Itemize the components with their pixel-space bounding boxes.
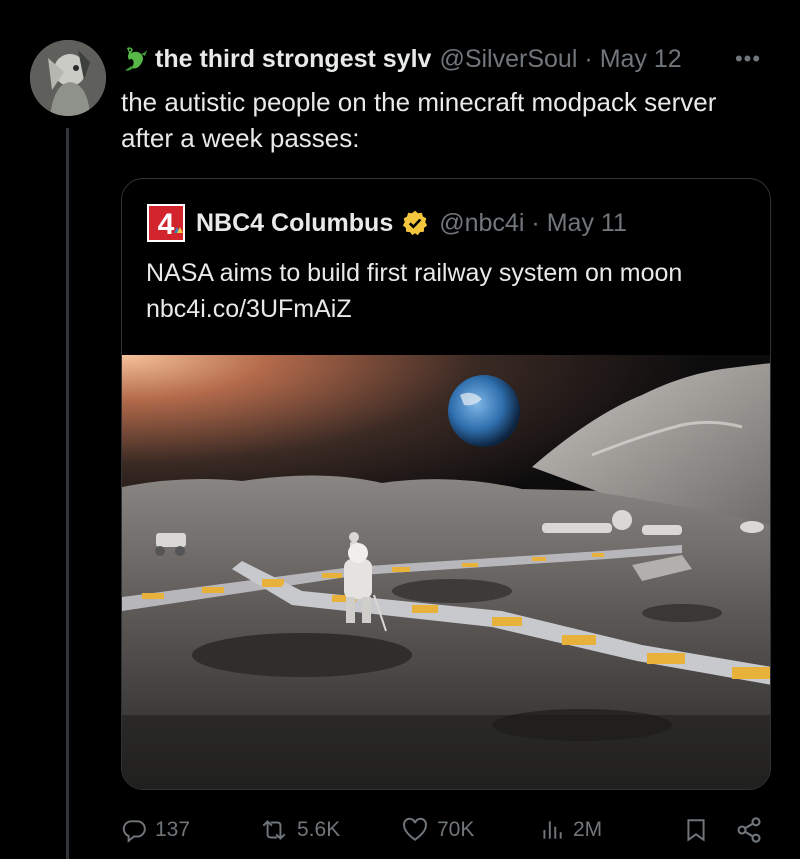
reply-button[interactable]: 137 [121, 812, 190, 848]
avatar[interactable] [30, 40, 106, 116]
quoted-author-handle[interactable]: @nbc4i [439, 209, 524, 238]
separator-dot: · [531, 208, 540, 237]
author-name[interactable]: the third strongest sylv [155, 45, 431, 74]
quoted-author-name[interactable]: NBC4 Columbus [196, 209, 393, 238]
quoted-tweet-body: NASA aims to build first railway system … [146, 259, 683, 287]
like-count: 70K [437, 818, 475, 841]
nbc-logo-text: 4 [158, 208, 175, 241]
more-icon[interactable]: ••• [728, 44, 768, 74]
quoted-tweet-date[interactable]: May 11 [547, 209, 627, 238]
separator-dot: · [584, 44, 593, 73]
bookmark-icon [687, 819, 705, 842]
author-handle[interactable]: @SilverSoul [439, 45, 577, 74]
verified-badge-icon [403, 210, 428, 236]
reply-icon [122, 820, 146, 843]
moon-railway-image[interactable] [122, 355, 771, 790]
share-button[interactable] [735, 812, 771, 848]
share-icon [737, 817, 761, 843]
quoted-tweet-header: 4 NBC4 Columbus @nbc4i · May 11 [146, 203, 627, 243]
nbc-logo-icon[interactable]: 4 [146, 203, 186, 243]
like-icon [403, 817, 427, 841]
tweet-header: the third strongest sylv @SilverSoul · M… [121, 42, 682, 76]
tweet-actions: 137 5.6K 70K 2M [121, 812, 771, 848]
dragon-emoji-icon [125, 47, 148, 71]
views-icon [543, 821, 562, 839]
repost-count: 5.6K [297, 818, 341, 841]
repost-icon [262, 820, 286, 840]
tweet-date[interactable]: May 12 [600, 45, 682, 74]
repost-button[interactable]: 5.6K [259, 812, 340, 848]
thread-line [66, 128, 69, 859]
bookmark-button[interactable] [683, 812, 717, 848]
quoted-tweet-link[interactable]: nbc4i.co/3UFmAiZ [146, 291, 756, 327]
quoted-tweet-text: NASA aims to build first railway system … [146, 255, 756, 327]
views-count: 2M [573, 818, 603, 841]
reply-count: 137 [155, 818, 191, 841]
quoted-tweet[interactable]: 4 NBC4 Columbus @nbc4i · May 11 NASA aim… [121, 178, 771, 790]
tweet-text: the autistic people on the minecraft mod… [121, 87, 717, 153]
views-button[interactable]: 2M [539, 812, 602, 848]
like-button[interactable]: 70K [401, 812, 474, 848]
